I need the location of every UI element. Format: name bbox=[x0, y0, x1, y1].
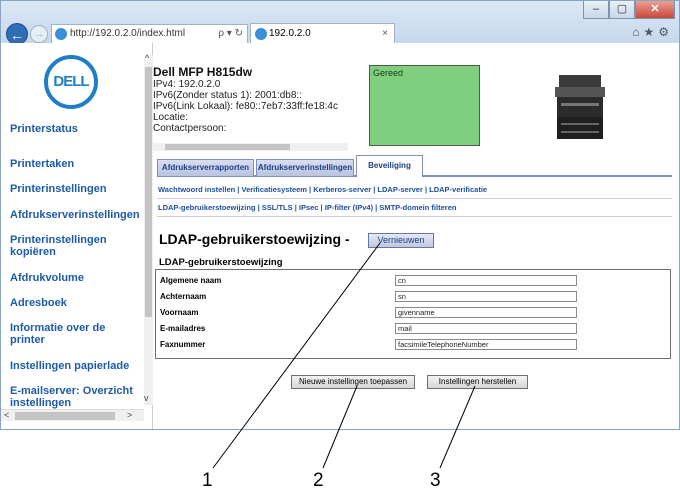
ie-icon bbox=[55, 28, 67, 40]
sidebar-item-printertaken[interactable]: Printertaken bbox=[10, 158, 74, 170]
device-info-line: IPv6(Link Lokaal): fe80::7eb7:33ff:fe18:… bbox=[153, 101, 338, 112]
browser-window: – ▢ ✕ ← → http://192.0.2.0/index.html ρ … bbox=[0, 0, 680, 430]
field-label: Achternaam bbox=[160, 292, 207, 301]
security-links-row-1[interactable]: Wachtwoord instellen | Verificatiesystee… bbox=[158, 185, 487, 194]
back-button[interactable]: ← bbox=[6, 23, 28, 45]
tab-title: 192.0.2.0 bbox=[269, 28, 311, 39]
sidebar-item-afdrukserverinstellingen[interactable]: Afdrukserverinstellingen bbox=[10, 209, 140, 221]
ie-icon bbox=[255, 28, 267, 40]
tab-bar: Afdrukserverrapporten Afdrukserverinstel… bbox=[157, 155, 672, 177]
forward-button[interactable]: → bbox=[30, 25, 48, 43]
faxnummer-input[interactable]: facsimileTelephoneNumber bbox=[395, 339, 577, 350]
form-row-algemene-naam: Algemene naam cn bbox=[156, 275, 670, 287]
device-info: Dell MFP H815dw IPv4: 192.0.2.0 IPv6(Zon… bbox=[153, 65, 338, 134]
form-row-voornaam: Voornaam givenname bbox=[156, 307, 670, 319]
info-horizontal-scrollbar[interactable] bbox=[153, 143, 348, 151]
callout-number-3: 3 bbox=[430, 470, 441, 491]
window-controls: – ▢ ✕ bbox=[583, 1, 675, 19]
tab-afdrukserverinstellingen[interactable]: Afdrukserverinstellingen bbox=[256, 159, 354, 177]
divider bbox=[157, 216, 672, 217]
browser-titlebar: – ▢ ✕ ← → http://192.0.2.0/index.html ρ … bbox=[1, 1, 679, 45]
apply-settings-button[interactable]: Nieuwe instellingen toepassen bbox=[291, 375, 415, 389]
page-content: DELL Printerstatus Printertaken Printeri… bbox=[1, 43, 679, 429]
address-controls[interactable]: ρ ▾ ↻ bbox=[218, 25, 243, 43]
security-links-row-2[interactable]: LDAP-gebruikerstoewijzing | SSL/TLS | IP… bbox=[158, 203, 456, 212]
sidebar-item-printerstatus[interactable]: Printerstatus bbox=[10, 123, 78, 135]
tab-beveiliging[interactable]: Beveiliging bbox=[356, 155, 423, 177]
sidebar-vertical-scrollbar[interactable]: ^ v bbox=[144, 53, 153, 405]
algemene-naam-input[interactable]: cn bbox=[395, 275, 577, 286]
printer-name: Dell MFP H815dw bbox=[153, 65, 253, 79]
callout-number-1: 1 bbox=[202, 470, 213, 491]
sidebar: DELL Printerstatus Printertaken Printeri… bbox=[1, 43, 153, 429]
sidebar-item-printerinformatie[interactable]: Informatie over de printer bbox=[10, 322, 120, 346]
scroll-left-icon[interactable]: < bbox=[4, 410, 9, 420]
field-label: Faxnummer bbox=[160, 340, 206, 349]
refresh-button[interactable]: Vernieuwen bbox=[368, 233, 434, 248]
status-text: Gereed bbox=[373, 68, 404, 78]
callout-number-2: 2 bbox=[313, 470, 324, 491]
form-row-faxnummer: Faxnummer facsimileTelephoneNumber bbox=[156, 339, 670, 351]
sidebar-item-afdrukvolume[interactable]: Afdrukvolume bbox=[10, 272, 84, 284]
sidebar-item-emailserver[interactable]: E-mailserver: Overzicht instellingen bbox=[10, 385, 140, 409]
address-text: http://192.0.2.0/index.html bbox=[70, 28, 186, 39]
browser-tab[interactable]: 192.0.2.0 × bbox=[250, 23, 395, 44]
achternaam-input[interactable]: sn bbox=[395, 291, 577, 302]
form-row-achternaam: Achternaam sn bbox=[156, 291, 670, 303]
scroll-right-icon[interactable]: > bbox=[127, 410, 132, 420]
sidebar-item-printerinstellingen[interactable]: Printerinstellingen bbox=[10, 183, 107, 195]
mapping-form: Algemene naam cn Achternaam sn Voornaam … bbox=[155, 269, 671, 359]
divider bbox=[157, 198, 672, 199]
scroll-thumb[interactable] bbox=[145, 67, 152, 317]
emailadres-input[interactable]: mail bbox=[395, 323, 577, 334]
scroll-thumb[interactable] bbox=[165, 144, 290, 150]
field-label: Voornaam bbox=[160, 308, 199, 317]
minimize-button[interactable]: – bbox=[583, 1, 609, 19]
restore-settings-button[interactable]: Instellingen herstellen bbox=[427, 375, 528, 389]
dell-logo: DELL bbox=[44, 55, 98, 109]
device-info-line: IPv6(Zonder status 1): 2001:db8:: bbox=[153, 90, 302, 101]
section-title: LDAP-gebruikerstoewijzing bbox=[159, 257, 283, 268]
address-bar[interactable]: http://192.0.2.0/index.html ρ ▾ ↻ bbox=[51, 24, 248, 44]
tab-afdrukserverrapporten[interactable]: Afdrukserverrapporten bbox=[157, 159, 254, 177]
field-label: E-mailadres bbox=[160, 324, 206, 333]
voornaam-input[interactable]: givenname bbox=[395, 307, 577, 318]
close-window-button[interactable]: ✕ bbox=[635, 1, 675, 19]
main-panel: Dell MFP H815dw IPv4: 192.0.2.0 IPv6(Zon… bbox=[153, 43, 679, 429]
form-row-emailadres: E-mailadres mail bbox=[156, 323, 670, 335]
sidebar-item-papierlade[interactable]: Instellingen papierlade bbox=[10, 360, 129, 372]
page-title: LDAP-gebruikerstoewijzing - bbox=[159, 231, 350, 247]
field-label: Algemene naam bbox=[160, 276, 222, 285]
sidebar-item-printerinstellingen-kopieren[interactable]: Printerinstellingen kopiëren bbox=[10, 234, 130, 258]
scroll-thumb[interactable] bbox=[15, 412, 115, 420]
sidebar-horizontal-scrollbar[interactable]: < > bbox=[1, 409, 144, 421]
scroll-down-icon[interactable]: v bbox=[144, 393, 149, 403]
device-info-line: IPv4: 192.0.2.0 bbox=[153, 79, 221, 90]
maximize-button[interactable]: ▢ bbox=[609, 1, 635, 19]
scroll-up-icon[interactable]: ^ bbox=[145, 53, 149, 63]
toolbar-icons[interactable]: ⌂★⚙ bbox=[632, 25, 673, 39]
status-panel: Gereed bbox=[369, 65, 480, 146]
device-info-line: Locatie: bbox=[153, 112, 189, 123]
device-info-line: Contactpersoon: bbox=[153, 123, 227, 134]
printer-image bbox=[555, 75, 605, 139]
sidebar-item-adresboek[interactable]: Adresboek bbox=[10, 297, 67, 309]
tab-close-icon[interactable]: × bbox=[382, 24, 388, 44]
